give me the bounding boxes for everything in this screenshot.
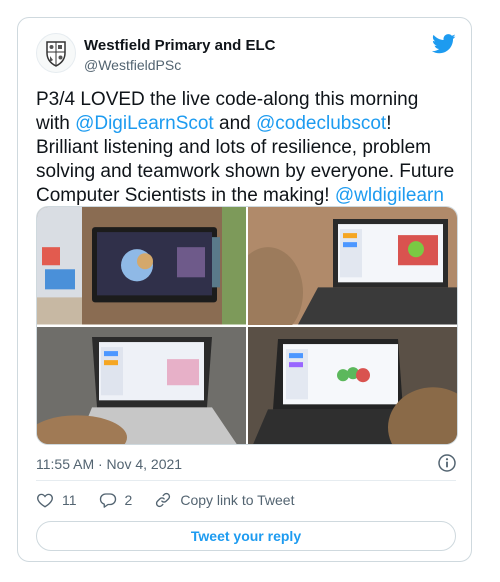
link-icon (156, 492, 171, 508)
tweet-text-segment: and (213, 113, 256, 134)
copy-link-label: Copy link to Tweet (180, 492, 295, 508)
mention-digilearnscot[interactable]: @DigiLearnScot (75, 113, 214, 134)
photo-laptop-caterpillar[interactable] (248, 326, 457, 444)
speech-bubble-icon (99, 493, 116, 508)
reply-count: 2 (124, 492, 133, 508)
twitter-bird-icon[interactable] (432, 34, 456, 54)
divider (36, 480, 456, 481)
info-icon[interactable] (438, 454, 456, 472)
author-handle[interactable]: @WestfieldPSc (84, 57, 181, 73)
heart-icon (37, 493, 53, 508)
photo-laptop-scratch[interactable] (248, 207, 457, 325)
tweet-card: Westfield Primary and ELC @WestfieldPSc … (17, 17, 472, 562)
tweet-actions: 11 2 Copy link to Tweet (36, 489, 316, 511)
photo-classroom-screen[interactable] (37, 207, 246, 325)
mention-wldigilearn[interactable]: @wldigilearn (335, 185, 444, 206)
like-count: 11 (62, 492, 77, 508)
school-crest-icon (46, 41, 66, 67)
tweet-timestamp[interactable]: 11:55 AM · Nov 4, 2021 (36, 456, 182, 472)
avatar[interactable] (36, 33, 76, 73)
photo-child-laptop[interactable] (37, 326, 246, 444)
mention-codeclubscot[interactable]: @codeclubscot (256, 113, 386, 134)
tweet-text: P3/4 LOVED the live code-along this morn… (36, 88, 456, 208)
author-name[interactable]: Westfield Primary and ELC (84, 37, 275, 54)
media-grid (36, 206, 458, 445)
copy-link-button[interactable]: Copy link to Tweet (154, 491, 294, 509)
tweet-reply-button[interactable]: Tweet your reply (36, 521, 456, 551)
reply-button[interactable]: 2 (99, 491, 133, 509)
like-button[interactable]: 11 (36, 491, 77, 509)
